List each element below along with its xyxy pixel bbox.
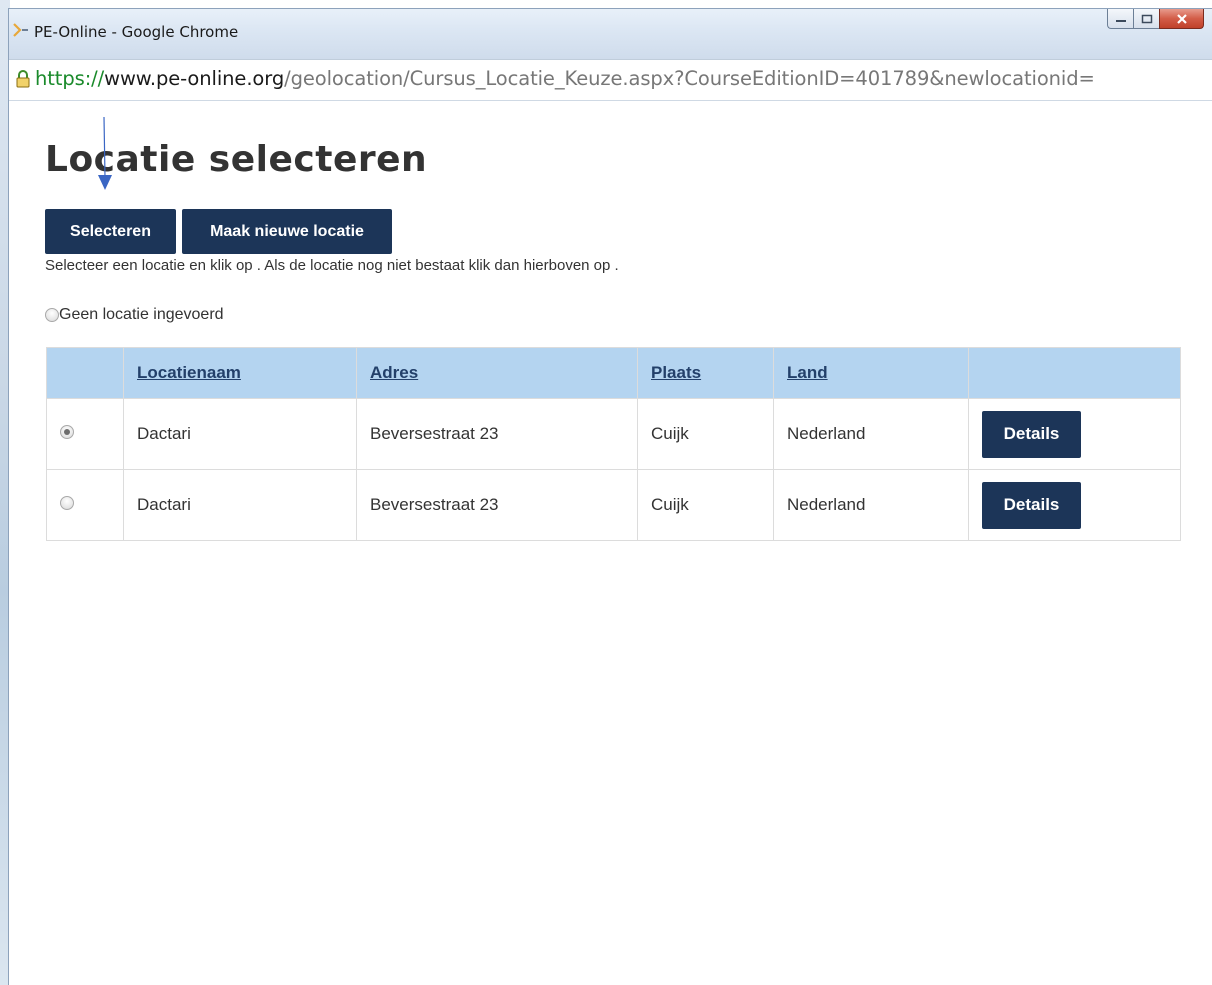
sort-land-link[interactable]: Land (787, 363, 828, 382)
header-adres: Adres (356, 347, 638, 399)
title-bar: PE-Online - Google Chrome (9, 9, 1212, 59)
url-scheme: https:// (35, 67, 105, 90)
url-host: www.pe-online.org (104, 67, 285, 90)
maximize-button[interactable] (1133, 9, 1159, 29)
header-land: Land (773, 347, 969, 399)
annotation-arrow-icon (98, 117, 112, 190)
no-location-radio[interactable] (45, 308, 59, 322)
minimize-icon (1115, 19, 1126, 22)
close-button[interactable] (1159, 9, 1204, 29)
no-location-option[interactable]: Geen locatie ingevoerd (45, 306, 224, 324)
window-controls (1107, 9, 1204, 30)
row-radio[interactable] (60, 425, 74, 439)
sort-name-link[interactable]: Locatienaam (137, 363, 241, 382)
close-icon (1176, 13, 1187, 24)
row-land: Nederland (773, 398, 969, 470)
chrome-app-icon (13, 23, 28, 37)
minimize-button[interactable] (1107, 9, 1133, 29)
row-radio[interactable] (60, 496, 74, 510)
sort-plaats-link[interactable]: Plaats (651, 363, 701, 382)
row-plaats: Cuijk (637, 469, 774, 541)
address-bar[interactable]: https://www.pe-online.org/geolocation/Cu… (9, 59, 1212, 101)
header-name: Locatienaam (123, 347, 357, 399)
table-row: Dactari Beversestraat 23 Cuijk Nederland… (46, 398, 1181, 470)
row-land: Nederland (773, 469, 969, 541)
window-title: PE-Online - Google Chrome (34, 23, 239, 41)
row-plaats: Cuijk (637, 398, 774, 470)
url-text[interactable]: https://www.pe-online.org/geolocation/Cu… (35, 67, 1095, 90)
details-button[interactable]: Details (982, 410, 1081, 458)
help-text: Selecteer een locatie en klik op . Als d… (45, 257, 619, 274)
no-location-label: Geen locatie ingevoerd (59, 306, 224, 323)
header-select (46, 347, 124, 399)
header-plaats: Plaats (637, 347, 774, 399)
browser-window: PE-Online - Google Chrome https://www.pe… (8, 8, 1212, 985)
row-adres: Beversestraat 23 (356, 469, 638, 541)
details-button[interactable]: Details (982, 481, 1081, 529)
row-name: Dactari (123, 469, 357, 541)
sort-adres-link[interactable]: Adres (370, 363, 418, 382)
location-table: Locatienaam Adres Plaats Land Dactari Be… (46, 347, 1181, 541)
select-button[interactable]: Selecteren (45, 209, 176, 254)
header-actions (968, 347, 1181, 399)
table-header-row: Locatienaam Adres Plaats Land (46, 347, 1181, 399)
maximize-icon (1141, 14, 1152, 23)
table-row: Dactari Beversestraat 23 Cuijk Nederland… (46, 469, 1181, 541)
new-location-button[interactable]: Maak nieuwe locatie (182, 209, 392, 254)
url-path: /geolocation/Cursus_Locatie_Keuze.aspx?C… (284, 67, 1095, 90)
row-name: Dactari (123, 398, 357, 470)
lock-icon (16, 70, 30, 88)
row-adres: Beversestraat 23 (356, 398, 638, 470)
